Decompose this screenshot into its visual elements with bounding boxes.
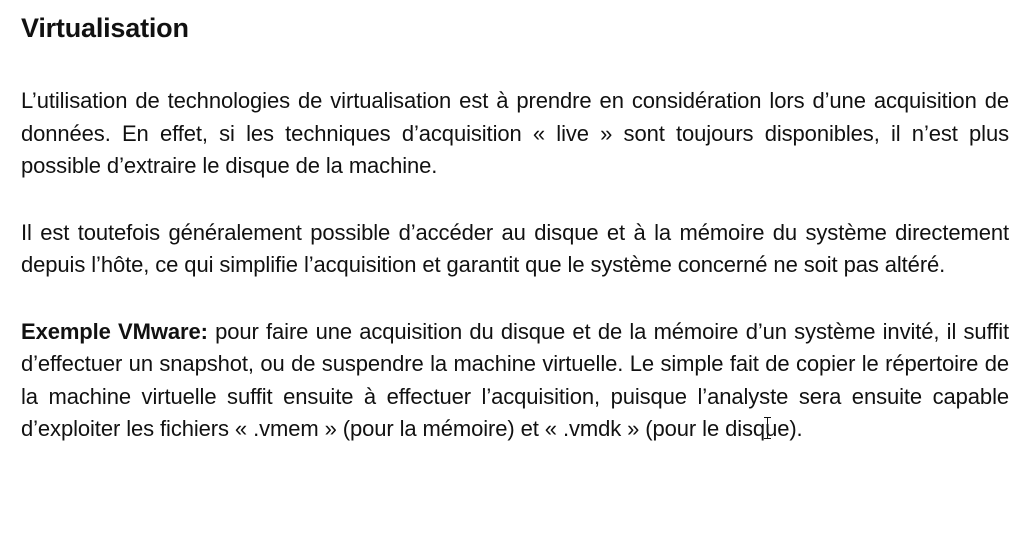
document-title: Virtualisation <box>21 13 189 43</box>
paragraph-virtualisation-intro: L’utilisation de technologies de virtual… <box>21 88 1009 178</box>
document-page: Virtualisation L’utilisation de technolo… <box>21 8 1009 446</box>
vmware-example-label: Exemple VMware: <box>21 318 208 344</box>
paragraph-host-access: Il est toutefois généralement possible d… <box>21 219 1009 278</box>
paragraph-vmware-example: Exemple VMware: pour faire une acquisiti… <box>21 316 1009 446</box>
